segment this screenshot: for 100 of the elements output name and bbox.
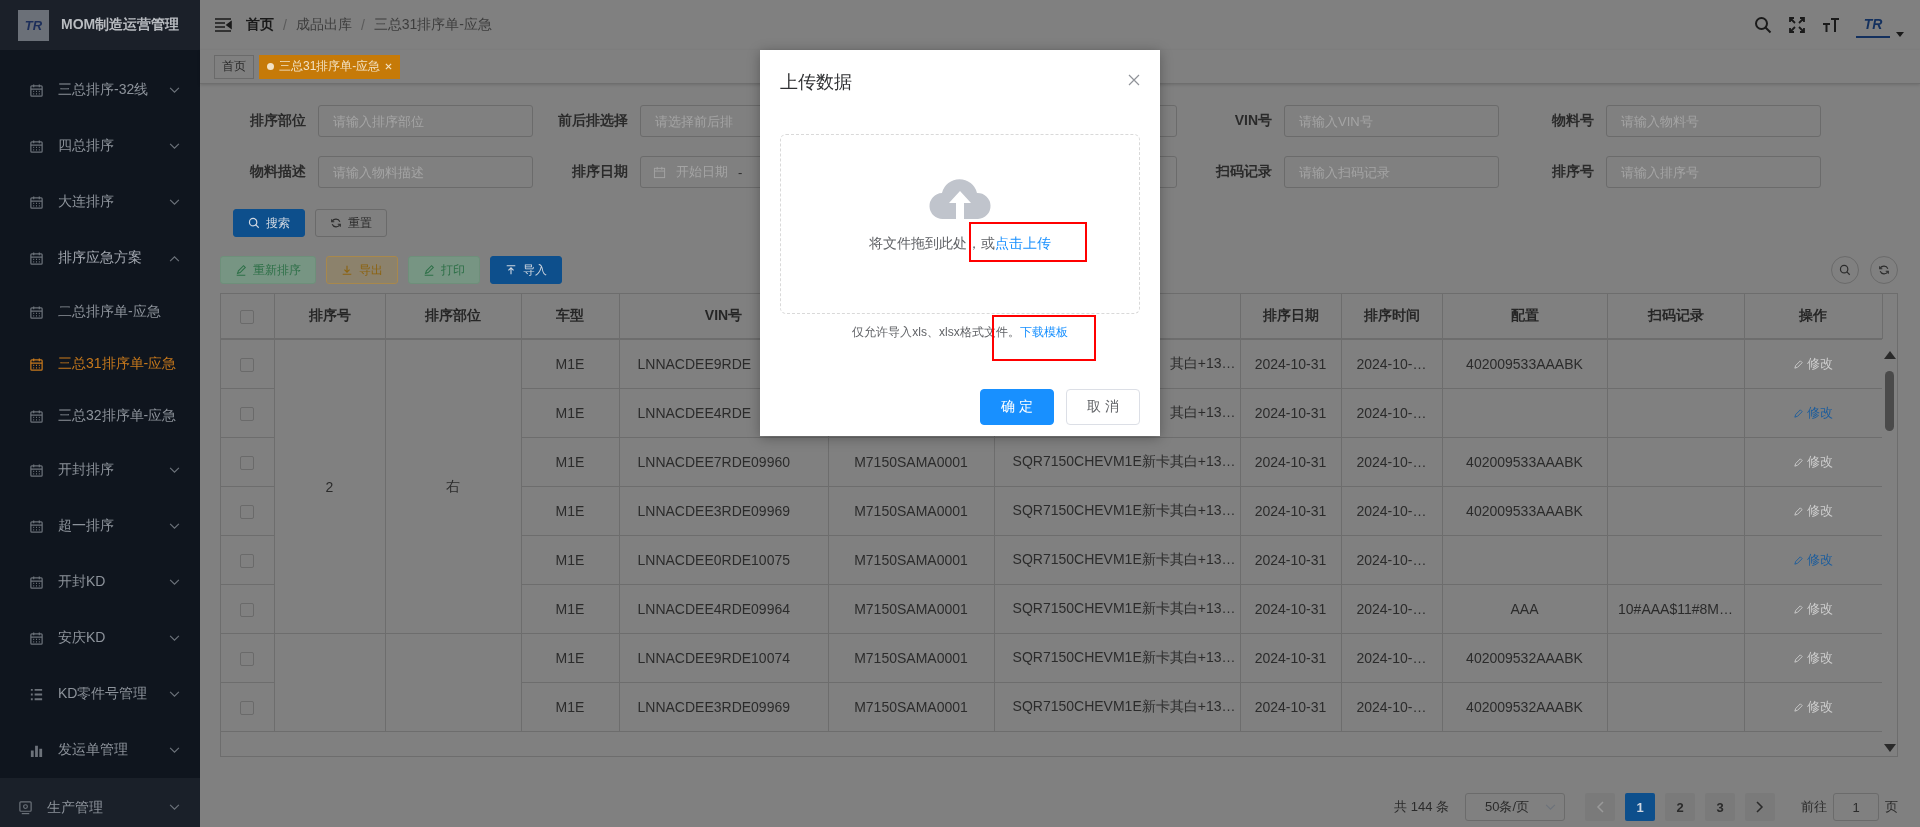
scrollbar-thumb[interactable]	[1885, 371, 1894, 431]
calendar-icon	[29, 304, 44, 320]
page-input[interactable]: 1	[1833, 793, 1879, 821]
table-cell: 2024-10-…	[1356, 601, 1427, 617]
sidebar-item[interactable]: 开封排序	[0, 442, 200, 498]
table-cell: SQR7150CHEVM1E新卡其白+13…	[1012, 502, 1236, 518]
upload-dropzone[interactable]: 将文件拖到此处，或点击上传	[780, 134, 1140, 314]
breadcrumb-item[interactable]: 首页	[246, 16, 274, 34]
monitor-icon	[18, 800, 33, 815]
table-cell: 2024-10-31	[1254, 356, 1327, 372]
calendar-icon	[29, 408, 44, 424]
table-cell: LNNACDEE7RDE09960	[637, 454, 791, 470]
cancel-button[interactable]: 取 消	[1066, 389, 1140, 425]
sidebar-item[interactable]: 安庆KD	[0, 610, 200, 666]
sidebar-subitem[interactable]: 三总31排序单-应急	[0, 338, 200, 390]
table-cell: 402009533AAABK	[1466, 454, 1583, 470]
search-icon[interactable]	[1754, 16, 1772, 34]
chevron-left-icon	[1596, 801, 1604, 813]
calendar-icon	[29, 82, 44, 98]
table-cell: M1E	[555, 405, 585, 421]
pencil-icon	[1793, 701, 1804, 713]
down-arrow-icon[interactable]	[1883, 744, 1896, 752]
sidebar-subitem[interactable]: 三总32排序单-应急	[0, 390, 200, 442]
column-header: 操作	[1799, 307, 1827, 323]
caret-icon[interactable]	[1896, 31, 1904, 37]
table-cell: 其白+13…	[1169, 355, 1236, 371]
sidebar-item[interactable]: 排序应急方案	[0, 230, 200, 286]
pencil-icon	[1793, 652, 1804, 664]
filter-label: 排序日期	[571, 163, 629, 181]
table-cell: 402009533AAABK	[1466, 503, 1583, 519]
dialog-title: 上传数据	[780, 71, 852, 94]
sidebar-item[interactable]: 三总排序-32线	[0, 62, 200, 118]
sidebar-item[interactable]: 发运单管理	[0, 722, 200, 778]
sidebar-item[interactable]: 生产管理	[0, 778, 200, 827]
search-button[interactable]: 搜索	[233, 209, 305, 237]
table-cell: 2024-10-…	[1356, 650, 1427, 666]
pencil-icon	[1793, 358, 1804, 370]
filter-label: 扫码记录	[1214, 163, 1273, 181]
reset-button[interactable]: 重置	[315, 209, 387, 237]
calendar-icon	[29, 194, 44, 210]
sidebar-item[interactable]: 四总排序	[0, 118, 200, 174]
chevron-icon	[169, 578, 180, 586]
download-template-link[interactable]: 下载模板	[1019, 325, 1068, 339]
table-cell: 2024-10-…	[1356, 699, 1427, 715]
table-cell: M7150SAMA0001	[854, 601, 968, 617]
page-button[interactable]: 3	[1705, 793, 1735, 821]
breadcrumb-item: 成品出库	[295, 16, 352, 34]
chevron-icon	[169, 254, 180, 262]
filter-label: 前后排选择	[557, 112, 629, 130]
resort-button[interactable]: 重新排序	[220, 256, 316, 284]
table-cell: 2024-10-31	[1254, 503, 1327, 519]
column-header: 排序号	[308, 307, 351, 323]
calendar-icon	[29, 518, 44, 534]
page-button[interactable]: 2	[1665, 793, 1695, 821]
filter-label: 排序部位	[249, 112, 307, 130]
refresh-icon	[1878, 264, 1890, 276]
table-cell: LNNACDEE9RDE	[637, 356, 752, 372]
import-button[interactable]: 导入	[490, 256, 562, 284]
table-cell: 2024-10-…	[1356, 552, 1427, 568]
sidebar-item[interactable]: 开封KD	[0, 554, 200, 610]
close-icon[interactable]	[1128, 74, 1140, 86]
upload-icon	[505, 264, 517, 276]
breadcrumb-separator: /	[283, 17, 287, 33]
table-cell: 2	[325, 478, 334, 495]
table-cell: 2024-10-…	[1356, 405, 1427, 421]
table-cell: M7150SAMA0001	[854, 699, 968, 715]
calendar-icon	[653, 165, 666, 179]
table-cell: 2024-10-31	[1254, 699, 1327, 715]
sidebar-item[interactable]: 大连排序	[0, 174, 200, 230]
filter-label: 排序号	[1551, 163, 1595, 181]
table-cell: M7150SAMA0001	[854, 454, 968, 470]
menu-icon[interactable]	[214, 17, 232, 33]
download-icon	[341, 264, 353, 276]
table-cell: SQR7150CHEVM1E新卡其白+13…	[1012, 649, 1236, 665]
sidebar-item[interactable]: 超一排序	[0, 498, 200, 554]
table-cell: M1E	[555, 650, 585, 666]
page-size-select[interactable]: 50条/页	[1465, 793, 1565, 821]
page-tab[interactable]: 首页	[214, 54, 254, 79]
fullscreen-icon[interactable]	[1788, 16, 1806, 34]
table-cell: M1E	[555, 601, 585, 617]
breadcrumb-separator: /	[360, 17, 365, 33]
next-page-button[interactable]	[1745, 793, 1775, 821]
sidebar-item[interactable]: KD零件号管理	[0, 666, 200, 722]
page-button[interactable]: 1	[1625, 793, 1655, 821]
page-tab[interactable]: 三总31排序单-应急	[259, 54, 401, 79]
upload-link[interactable]: 点击上传	[995, 235, 1051, 251]
pencil-icon	[1793, 505, 1804, 517]
up-arrow-icon[interactable]	[1883, 351, 1896, 359]
table-cell: 10#AAA$11#8M…	[1618, 601, 1733, 617]
pencil-icon	[423, 264, 435, 276]
table-cell: SQR7150CHEVM1E新卡其白+13…	[1012, 698, 1236, 714]
column-header: 排序部位	[425, 307, 481, 323]
chevron-icon	[169, 690, 180, 698]
table-cell: 2024-10-31	[1254, 650, 1327, 666]
sidebar-subitem[interactable]: 二总排序单-应急	[0, 286, 200, 338]
font-size-icon[interactable]	[1822, 16, 1840, 34]
print-button[interactable]: 打印	[408, 256, 480, 284]
table-cell: 右	[446, 477, 460, 494]
confirm-button[interactable]: 确 定	[980, 389, 1054, 425]
pencil-icon	[1793, 603, 1804, 615]
